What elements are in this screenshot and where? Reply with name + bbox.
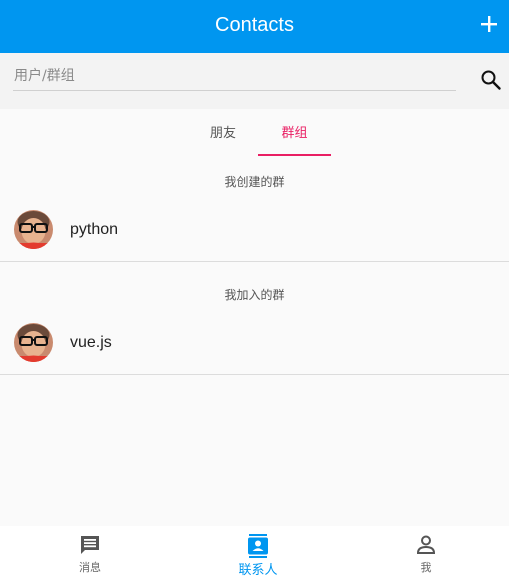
- section-header-joined: 我加入的群: [224, 288, 285, 302]
- group-name: vue.js: [70, 334, 112, 351]
- tab-groups[interactable]: 群组: [258, 109, 331, 157]
- search-icon: [481, 70, 501, 90]
- nav-label: 联系人: [238, 563, 278, 578]
- contacts-icon: [247, 534, 269, 558]
- person-icon: [415, 534, 437, 556]
- tab-bar: 朋友 群组: [0, 109, 509, 157]
- message-icon: [79, 534, 101, 556]
- search-button[interactable]: [480, 69, 502, 91]
- group-name: python: [70, 221, 119, 238]
- plus-icon: [481, 16, 497, 32]
- group-item-vuejs[interactable]: vue.js: [0, 316, 509, 375]
- add-button[interactable]: [475, 10, 503, 38]
- nav-item-me[interactable]: 我: [366, 526, 486, 582]
- nav-label: 消息: [79, 561, 101, 574]
- bottom-nav: 消息 联系人 我: [0, 526, 509, 582]
- app-root: Contacts 朋友 群组 我创建的群: [0, 0, 509, 582]
- section-header-created: 我创建的群: [224, 175, 285, 189]
- tab-indicator: [258, 154, 331, 156]
- app-header: Contacts: [0, 0, 509, 53]
- group-item-python[interactable]: python: [0, 203, 509, 262]
- avatar: [14, 323, 53, 362]
- page-title: Contacts: [215, 14, 294, 36]
- search-bar: [0, 53, 509, 109]
- tab-friends[interactable]: 朋友: [187, 109, 259, 157]
- avatar: [14, 210, 53, 249]
- nav-item-contacts[interactable]: 联系人: [198, 526, 318, 582]
- search-input[interactable]: [13, 62, 456, 91]
- nav-label: 我: [420, 561, 432, 574]
- nav-item-messages[interactable]: 消息: [30, 526, 150, 582]
